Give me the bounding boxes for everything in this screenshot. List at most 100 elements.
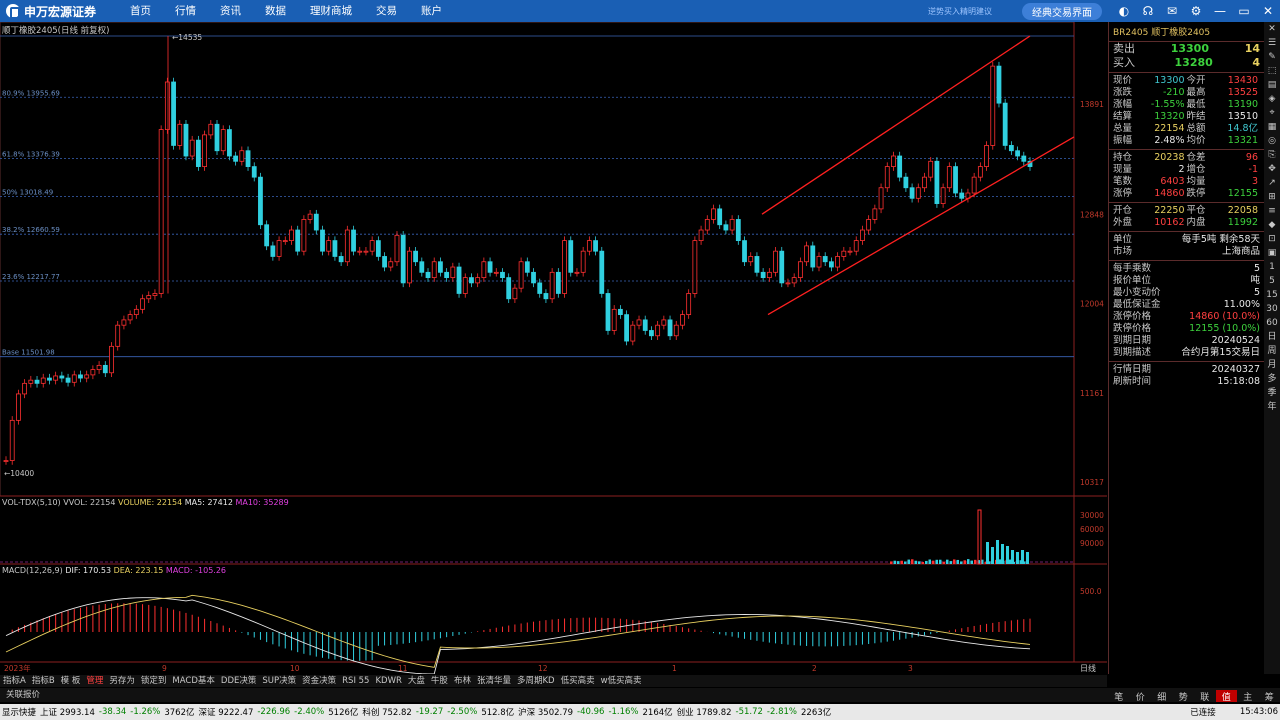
- period-button-1[interactable]: 1: [1264, 260, 1280, 274]
- close-icon[interactable]: ✕: [1261, 4, 1275, 18]
- status-item: -226.96: [255, 707, 292, 717]
- period-button-月[interactable]: 月: [1264, 358, 1280, 372]
- panel-tab[interactable]: 价: [1130, 690, 1152, 702]
- quote-value: -210: [1163, 87, 1185, 99]
- tool-icon[interactable]: ⬚: [1264, 64, 1280, 78]
- period-button-多[interactable]: 多: [1264, 372, 1280, 386]
- tool-icon[interactable]: ▦: [1264, 120, 1280, 134]
- indicator-tab[interactable]: 模 板: [58, 675, 84, 687]
- quote-value: 13300: [1154, 75, 1184, 87]
- period-label[interactable]: 日线: [1080, 663, 1096, 673]
- panel-tab[interactable]: 细: [1151, 690, 1173, 702]
- indicator-tab[interactable]: DDE决策: [218, 675, 259, 687]
- candle-body: [656, 325, 660, 336]
- candle-body: [836, 256, 840, 267]
- indicator-tab[interactable]: w低买高卖: [598, 675, 645, 687]
- nav-item-0[interactable]: 首页: [118, 0, 163, 22]
- panel-tab[interactable]: 筹: [1259, 690, 1280, 702]
- candle-body: [153, 293, 157, 295]
- candle-body: [457, 267, 461, 293]
- tool-icon[interactable]: ⊞: [1264, 190, 1280, 204]
- candle-body: [215, 124, 219, 150]
- indicator-tab[interactable]: 管理: [83, 675, 106, 687]
- nav-item-2[interactable]: 资讯: [208, 0, 253, 22]
- tool-icon[interactable]: ≡: [1264, 204, 1280, 218]
- kline-chart[interactable]: 80.9% 13955.69 61.8% 13376.39 50% 13018.49…: [0, 22, 1107, 674]
- period-button-季[interactable]: 季: [1264, 386, 1280, 400]
- period-button-5[interactable]: 5: [1264, 274, 1280, 288]
- indicator-tab[interactable]: 资金决策: [299, 675, 339, 687]
- candle-body: [848, 251, 852, 252]
- indicator-tab[interactable]: 牛股: [428, 675, 451, 687]
- nav-item-5[interactable]: 交易: [364, 0, 409, 22]
- panel-tab[interactable]: 值: [1216, 690, 1238, 702]
- skin-icon[interactable]: ◐: [1117, 4, 1131, 18]
- candle-body: [60, 376, 64, 378]
- period-button-15[interactable]: 15: [1264, 288, 1280, 302]
- period-button-30[interactable]: 30: [1264, 302, 1280, 316]
- indicator-tab[interactable]: 指标B: [29, 675, 58, 687]
- panel-tab[interactable]: 主: [1237, 690, 1259, 702]
- indicator-tab[interactable]: SUP决策: [259, 675, 299, 687]
- vol-bar: [1001, 544, 1004, 564]
- status-item: -2.50%: [445, 707, 479, 717]
- mail-icon[interactable]: ✉: [1165, 4, 1179, 18]
- quote-label: 笔数: [1113, 176, 1132, 188]
- panel-tab[interactable]: 笔: [1108, 690, 1130, 702]
- panel-tab[interactable]: 势: [1173, 690, 1195, 702]
- related-quote[interactable]: 关联报价: [0, 690, 40, 700]
- tool-icon[interactable]: ▤: [1264, 78, 1280, 92]
- vol-axis-label: 60000: [1080, 525, 1104, 534]
- indicator-tab[interactable]: 大盘: [405, 675, 428, 687]
- minimize-icon[interactable]: —: [1213, 4, 1227, 18]
- period-button-周[interactable]: 周: [1264, 344, 1280, 358]
- headset-icon[interactable]: ☊: [1141, 4, 1155, 18]
- nav-item-1[interactable]: 行情: [163, 0, 208, 22]
- status-item: -38.34: [97, 707, 128, 717]
- tool-icon[interactable]: ⊡: [1264, 232, 1280, 246]
- indicator-tab[interactable]: KDWR: [372, 675, 404, 687]
- tool-icon[interactable]: ↗: [1264, 176, 1280, 190]
- period-button-年[interactable]: 年: [1264, 400, 1280, 414]
- tool-icon[interactable]: ⌖: [1264, 106, 1280, 120]
- indicator-tab[interactable]: 张清华量: [474, 675, 514, 687]
- vol-bar: [1021, 550, 1024, 564]
- period-button-60[interactable]: 60: [1264, 316, 1280, 330]
- indicator-tab[interactable]: 布林: [451, 675, 474, 687]
- nav-item-3[interactable]: 数据: [253, 0, 298, 22]
- tool-icon[interactable]: ◎: [1264, 134, 1280, 148]
- status-item: 512.8亿: [479, 706, 516, 718]
- indicator-tab[interactable]: 指标A: [0, 675, 29, 687]
- candle-body: [904, 177, 908, 188]
- candle-body: [91, 370, 95, 375]
- gear-icon[interactable]: ⚙: [1189, 4, 1203, 18]
- tool-icon[interactable]: ⎘: [1264, 148, 1280, 162]
- indicator-tab[interactable]: 锁定到: [138, 675, 170, 687]
- candle-body: [767, 272, 771, 277]
- nav-item-6[interactable]: 账户: [409, 0, 454, 22]
- maximize-icon[interactable]: ▭: [1237, 4, 1251, 18]
- tool-icon[interactable]: ✎: [1264, 50, 1280, 64]
- tool-icon[interactable]: ✕: [1264, 22, 1280, 36]
- tool-icon[interactable]: ◈: [1264, 92, 1280, 106]
- indicator-tab[interactable]: RSI 55: [339, 675, 372, 687]
- candle-body: [23, 383, 27, 394]
- quote-value: 13525: [1228, 87, 1258, 99]
- indicator-tab[interactable]: MACD基本: [169, 675, 217, 687]
- period-button-日[interactable]: 日: [1264, 330, 1280, 344]
- panel-tab[interactable]: 联: [1194, 690, 1216, 702]
- candle-body: [972, 177, 976, 193]
- tool-icon[interactable]: ✥: [1264, 162, 1280, 176]
- indicator-tab[interactable]: 低买高卖: [558, 675, 598, 687]
- tool-icon[interactable]: ◆: [1264, 218, 1280, 232]
- candle-body: [891, 156, 895, 167]
- vol-axis-label: 90000: [1080, 539, 1104, 548]
- logo-mark: [6, 4, 20, 18]
- brand-logo[interactable]: 申万宏源证券: [6, 3, 96, 19]
- tool-icon[interactable]: ☰: [1264, 36, 1280, 50]
- indicator-tab[interactable]: 多周期KD: [514, 675, 558, 687]
- tool-icon[interactable]: ▣: [1264, 246, 1280, 260]
- nav-item-4[interactable]: 理财商城: [298, 0, 364, 22]
- indicator-tab[interactable]: 另存为: [106, 675, 138, 687]
- classic-trade-button[interactable]: 经典交易界面: [1022, 3, 1102, 20]
